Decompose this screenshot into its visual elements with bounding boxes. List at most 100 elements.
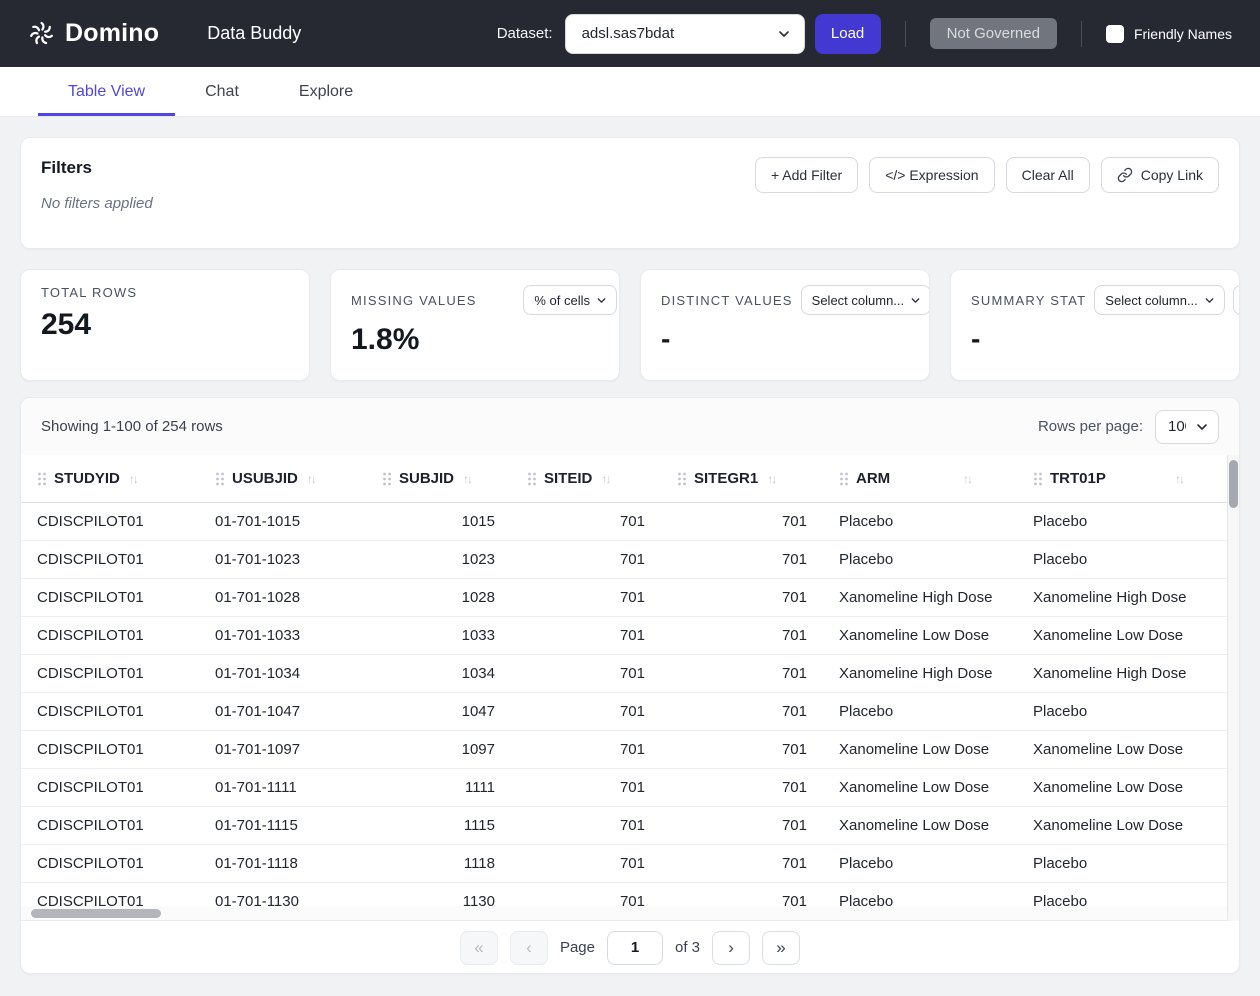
table-header-row: STUDYID ↑↓ USUBJID ↑↓ SUBJID ↑↓ SITEID ↑↓ SITEGR… [21,455,1229,503]
summary-stat-value: - [971,323,981,354]
sort-icon[interactable]: ↑↓ [601,472,611,486]
cell-arm: Xanomeline Low Dose [839,741,990,758]
cell-trt01p: Xanomeline Low Dose [1033,779,1184,796]
page-total-label: of 3 [675,939,701,956]
expression-button[interactable]: </> Expression [869,157,995,193]
cell-studyid: CDISCPILOT01 [37,855,144,872]
drag-handle-icon[interactable] [527,472,537,486]
sort-icon[interactable]: ↑↓ [963,472,973,486]
missing-values-unit-select[interactable]: % of cells [523,285,617,315]
table-row: CDISCPILOT01 01-701-1097 1097 701 701 Xanomel… [21,731,1229,769]
table-row: CDISCPILOT01 01-701-1033 1033 701 701 Xanomel… [21,617,1229,655]
tab-table-view[interactable]: Table View [38,67,176,116]
drag-handle-icon[interactable] [37,472,47,486]
table-row: CDISCPILOT01 01-701-1118 1118 701 701 Placebo… [21,845,1229,883]
drag-handle-icon[interactable] [677,472,687,486]
sort-icon[interactable]: ↑↓ [767,472,777,486]
column-header-siteid[interactable]: SITEID ↑↓ [511,455,661,502]
filters-panel: Filters No filters applied + Add Filter … [20,137,1240,249]
cell-usubjid: 01-701-1130 [215,893,299,906]
cell-arm: Xanomeline Low Dose [839,817,990,834]
dataset-select-value: adsl.sas7bdat [581,25,675,42]
drag-handle-icon[interactable] [1033,472,1043,486]
page-number-input[interactable] [607,930,663,965]
link-icon [1117,167,1133,183]
cell-siteid: 701 [619,513,645,530]
distinct-values-column-select[interactable]: Select column... [800,285,929,315]
copy-link-button[interactable]: Copy Link [1100,157,1219,193]
column-label: ARM [856,470,891,487]
column-header-arm[interactable]: ARM ↑↓ [823,455,1017,502]
summary-stat-function-select[interactable]: Mean [1232,285,1239,315]
cell-arm: Placebo [839,855,894,872]
next-page-button[interactable]: › [712,930,751,965]
sort-icon[interactable]: ↑↓ [463,472,473,486]
showing-rows-text: Showing 1-100 of 254 rows [41,418,223,435]
column-label: STUDYID [54,470,120,487]
cell-arm: Placebo [839,893,894,906]
cell-subjid: 1033 [461,627,495,644]
column-label: TRT01P [1050,470,1106,487]
drag-handle-icon[interactable] [839,472,849,486]
clear-all-button[interactable]: Clear All [1005,157,1090,193]
total-rows-card: TOTAL ROWS 254 [20,269,310,381]
column-header-usubjid[interactable]: USUBJID ↑↓ [199,455,366,502]
cell-sitegr1: 701 [781,551,807,568]
divider [1080,20,1082,47]
cell-siteid: 701 [619,855,645,872]
cell-arm: Xanomeline Low Dose [839,627,990,644]
friendly-names-checkbox[interactable] [1105,24,1124,43]
sort-icon[interactable]: ↑↓ [129,472,139,486]
load-button[interactable]: Load [814,13,881,54]
cell-studyid: CDISCPILOT01 [37,513,144,530]
horizontal-scrollbar [21,906,1229,921]
cell-siteid: 701 [619,627,645,644]
cell-sitegr1: 701 [781,779,807,796]
cell-studyid: CDISCPILOT01 [37,779,144,796]
data-table-panel: Showing 1-100 of 254 rows Rows per page:… [20,397,1240,974]
chevron-down-icon [597,297,606,303]
page-label: Page [559,939,595,956]
chevron-down-icon [778,30,789,37]
missing-values-card: MISSING VALUES % of cells 1.8% [330,269,620,381]
table-body: CDISCPILOT01 01-701-1015 1015 701 701 Placebo… [21,503,1229,906]
distinct-values-value: - [661,323,671,354]
sort-icon[interactable]: ↑↓ [307,472,317,486]
pagination: « ‹ Page of 3 › » [21,921,1239,973]
distinct-values-label: DISTINCT VALUES [661,292,793,308]
tab-chat[interactable]: Chat [175,67,269,116]
drag-handle-icon[interactable] [382,472,392,486]
last-page-button[interactable]: » [762,930,801,965]
previous-page-button[interactable]: ‹ [509,930,548,965]
cell-sitegr1: 701 [781,513,807,530]
cell-siteid: 701 [619,741,645,758]
vertical-scrollbar-thumb[interactable] [1229,460,1238,508]
rows-per-page-select[interactable]: 100 [1155,409,1219,444]
chevron-down-icon [1205,297,1214,303]
add-filter-button[interactable]: + Add Filter [755,157,859,193]
first-page-button[interactable]: « [459,930,498,965]
cell-subjid: 1118 [463,855,495,872]
cell-subjid: 1034 [461,665,495,682]
dataset-select[interactable]: adsl.sas7bdat [564,13,805,54]
cell-arm: Placebo [839,513,894,530]
tab-explore[interactable]: Explore [269,67,383,116]
column-header-subjid[interactable]: SUBJID ↑↓ [366,455,511,502]
main-content: Filters No filters applied + Add Filter … [0,117,1260,994]
distinct-values-card: DISTINCT VALUES Select column... - [640,269,930,381]
cell-sitegr1: 701 [781,665,807,682]
table-row: CDISCPILOT01 01-701-1034 1034 701 701 Xanomel… [21,655,1229,693]
column-header-trt01p[interactable]: TRT01P ↑↓ [1017,455,1229,502]
filters-empty-message: No filters applied [41,195,153,212]
column-header-studyid[interactable]: STUDYID ↑↓ [21,455,199,502]
horizontal-scrollbar-thumb[interactable] [31,909,161,918]
summary-stat-column-select[interactable]: Select column... [1094,285,1225,315]
cell-subjid: 1028 [461,589,495,606]
divider [904,20,906,47]
cell-usubjid: 01-701-1118 [215,855,298,872]
cell-siteid: 701 [619,551,645,568]
column-header-sitegr1[interactable]: SITEGR1 ↑↓ [661,455,823,502]
drag-handle-icon[interactable] [215,472,225,486]
chevron-down-icon [911,297,920,303]
sort-icon[interactable]: ↑↓ [1175,472,1185,486]
